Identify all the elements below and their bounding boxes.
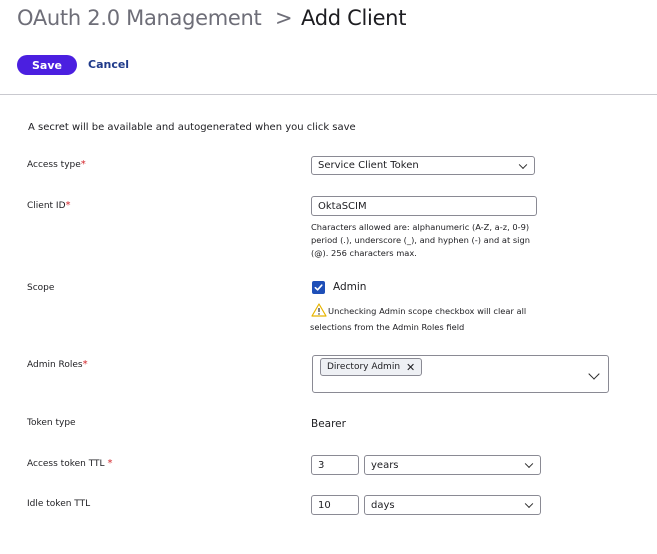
client-id-label: Client ID* (27, 200, 71, 211)
client-id-field[interactable]: OktaSCIM (311, 196, 537, 216)
idle-token-ttl-input[interactable]: 10 (311, 495, 359, 515)
access-token-ttl-label-text: Access token TTL (27, 459, 105, 469)
required-marker: * (80, 159, 86, 170)
idle-token-ttl-value: 10 (318, 499, 331, 511)
access-token-ttl-unit-select[interactable]: years (364, 455, 541, 475)
close-icon[interactable]: ✕ (406, 362, 415, 373)
breadcrumb-parent[interactable]: OAuth 2.0 Management (17, 6, 262, 30)
access-token-ttl-value: 3 (318, 459, 325, 471)
access-token-ttl-unit-value: years (371, 459, 399, 471)
idle-token-ttl-unit-select[interactable]: days (364, 495, 541, 515)
client-id-label-text: Client ID (27, 201, 66, 211)
client-id-helper-text: Characters allowed are: alphanumeric (A-… (311, 222, 531, 258)
cancel-button[interactable]: Cancel (88, 58, 129, 71)
chevron-down-icon (518, 160, 528, 169)
admin-scope-label: Admin (333, 281, 367, 293)
token-type-label: Token type (27, 418, 76, 428)
chevron-down-icon (524, 459, 534, 469)
required-marker: * (65, 200, 71, 211)
save-button[interactable]: Save (17, 55, 77, 75)
breadcrumb-separator: > (275, 6, 293, 30)
idle-token-ttl-unit-value: days (371, 499, 395, 511)
required-marker: * (107, 458, 113, 469)
access-type-label-text: Access type (27, 160, 81, 170)
access-type-value: Service Client Token (318, 160, 419, 171)
access-type-label: Access type* (27, 159, 86, 170)
token-type-value: Bearer (311, 418, 346, 430)
page-title: Add Client (301, 6, 407, 30)
access-token-ttl-label: Access token TTL * (27, 458, 112, 469)
scope-label: Scope (27, 283, 55, 293)
client-id-value: OktaSCIM (318, 200, 367, 212)
access-type-select[interactable]: Service Client Token (311, 156, 535, 175)
header-divider (0, 94, 657, 95)
scope-warning-text: Unchecking Admin scope checkbox will cle… (310, 306, 527, 332)
required-marker: * (82, 359, 88, 370)
checkmark-icon (314, 284, 323, 291)
admin-roles-label-text: Admin Roles (27, 360, 83, 370)
role-tag-label: Directory Admin (327, 362, 401, 372)
secret-info-text: A secret will be available and autogener… (28, 122, 356, 133)
admin-scope-checkbox[interactable] (312, 281, 325, 294)
chevron-down-icon (524, 499, 534, 509)
access-token-ttl-input[interactable]: 3 (311, 455, 359, 475)
role-tag-directory-admin: Directory Admin ✕ (320, 358, 423, 376)
admin-roles-label: Admin Roles* (27, 359, 88, 370)
idle-token-ttl-label: Idle token TTL (27, 499, 91, 509)
